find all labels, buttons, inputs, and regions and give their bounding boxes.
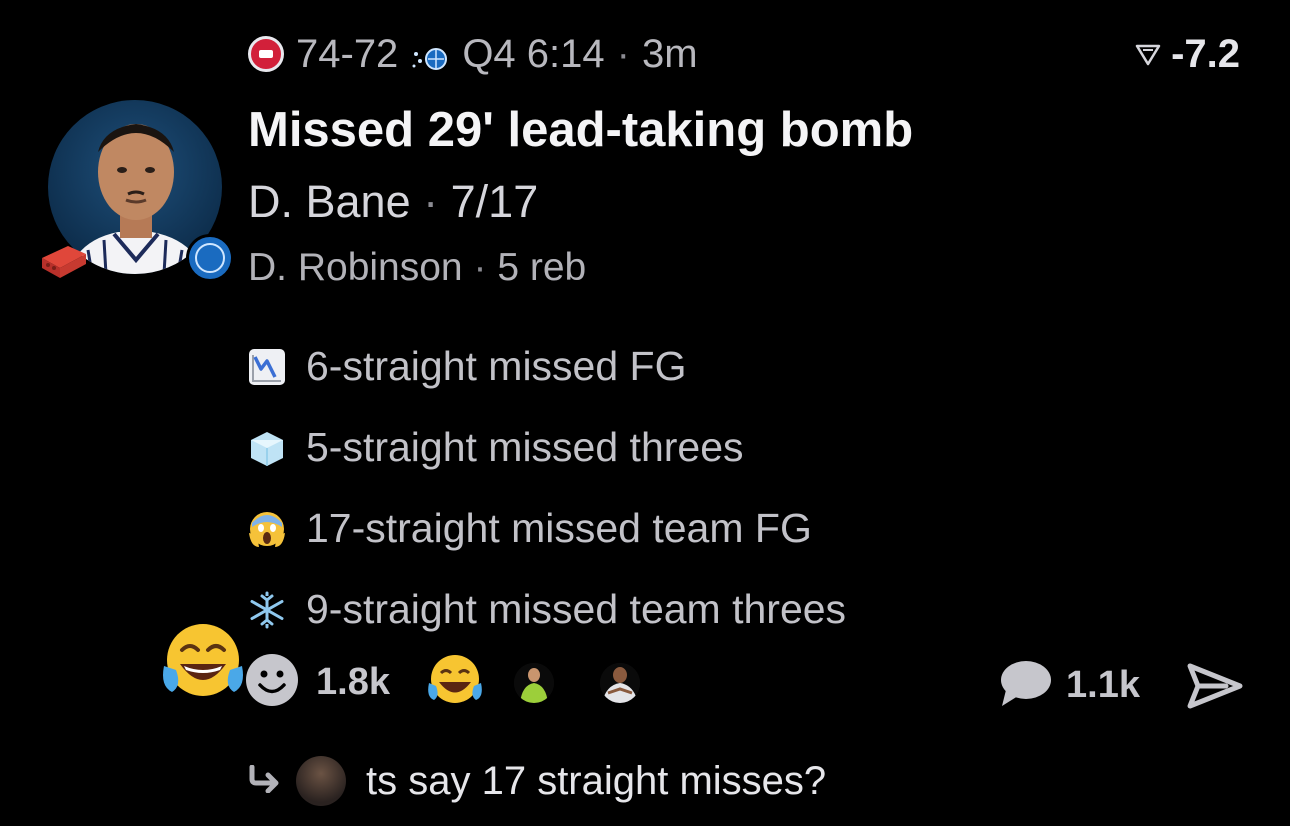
reactor-avatar[interactable] (513, 662, 554, 703)
brick-icon (38, 240, 88, 285)
reply-text: ts say 17 straight misses? (366, 758, 827, 803)
ice-cube-icon (246, 427, 288, 469)
stat-text: 5-straight missed threes (306, 424, 744, 470)
separator: · (423, 176, 439, 227)
reply-preview[interactable]: ts say 17 straight misses? (248, 756, 826, 806)
stat-text: 6-straight missed FG (306, 343, 687, 389)
reply-arrow-icon (248, 764, 282, 798)
chart-decreasing-icon (246, 346, 288, 388)
speech-bubble-icon (998, 658, 1052, 713)
play-title: Missed 29' lead-taking bomb (248, 103, 914, 157)
score-line: 74-72 Q4 6:14 · 3m (248, 32, 698, 77)
stat-text: 17-straight missed team FG (306, 505, 812, 551)
betting-line[interactable]: -7.2 (1135, 32, 1240, 77)
send-icon[interactable] (1186, 662, 1244, 715)
snowflake-icon (246, 589, 288, 631)
streak-stats: 6-straight missed FG 5-straight missed t… (246, 326, 846, 650)
comments-button[interactable]: 1.1k (998, 658, 1140, 713)
stat-row: 17-straight missed team FG (246, 488, 846, 569)
game-header: 74-72 Q4 6:14 · 3m -7.2 (248, 26, 1240, 82)
score: 74-72 (296, 31, 399, 76)
reactions-bar: 1.8k (244, 652, 640, 713)
play-card[interactable]: 74-72 Q4 6:14 · 3m -7.2 Missed 29' lead-… (0, 0, 1290, 826)
game-clock: Q4 6:14 (462, 31, 605, 76)
primary-player-line[interactable]: D. Bane · 7/17 (248, 176, 538, 228)
triangle-down-icon (1135, 32, 1161, 77)
magic-team-badge-icon (186, 234, 234, 282)
stat-row: 5-straight missed threes (246, 407, 846, 488)
separator: · (473, 246, 487, 289)
player-stat: 7/17 (450, 176, 539, 227)
separator: · (616, 31, 630, 76)
tears-of-joy-icon[interactable] (426, 653, 484, 712)
pistons-logo-icon (248, 36, 284, 72)
comment-count: 1.1k (1066, 664, 1140, 706)
magic-logo-icon (410, 39, 450, 70)
reply-user-avatar[interactable] (296, 756, 346, 806)
reaction-count[interactable]: 1.8k (316, 661, 390, 704)
player-name: D. Bane (248, 176, 411, 227)
post-age: 3m (641, 31, 698, 76)
secondary-player-line[interactable]: D. Robinson · 5 reb (248, 246, 586, 290)
screaming-face-icon (246, 508, 288, 550)
line-value: -7.2 (1171, 31, 1240, 76)
stat-row: 6-straight missed FG (246, 326, 846, 407)
add-reaction-smiley-icon[interactable] (244, 652, 300, 713)
user-reaction-tears-of-joy-icon[interactable] (160, 620, 246, 709)
reactor-avatar[interactable] (599, 662, 640, 703)
secondary-player-name: D. Robinson (248, 246, 463, 289)
stat-row: 9-straight missed team threes (246, 569, 846, 650)
stat-text: 9-straight missed team threes (306, 586, 847, 632)
secondary-player-stat: 5 reb (497, 246, 587, 289)
